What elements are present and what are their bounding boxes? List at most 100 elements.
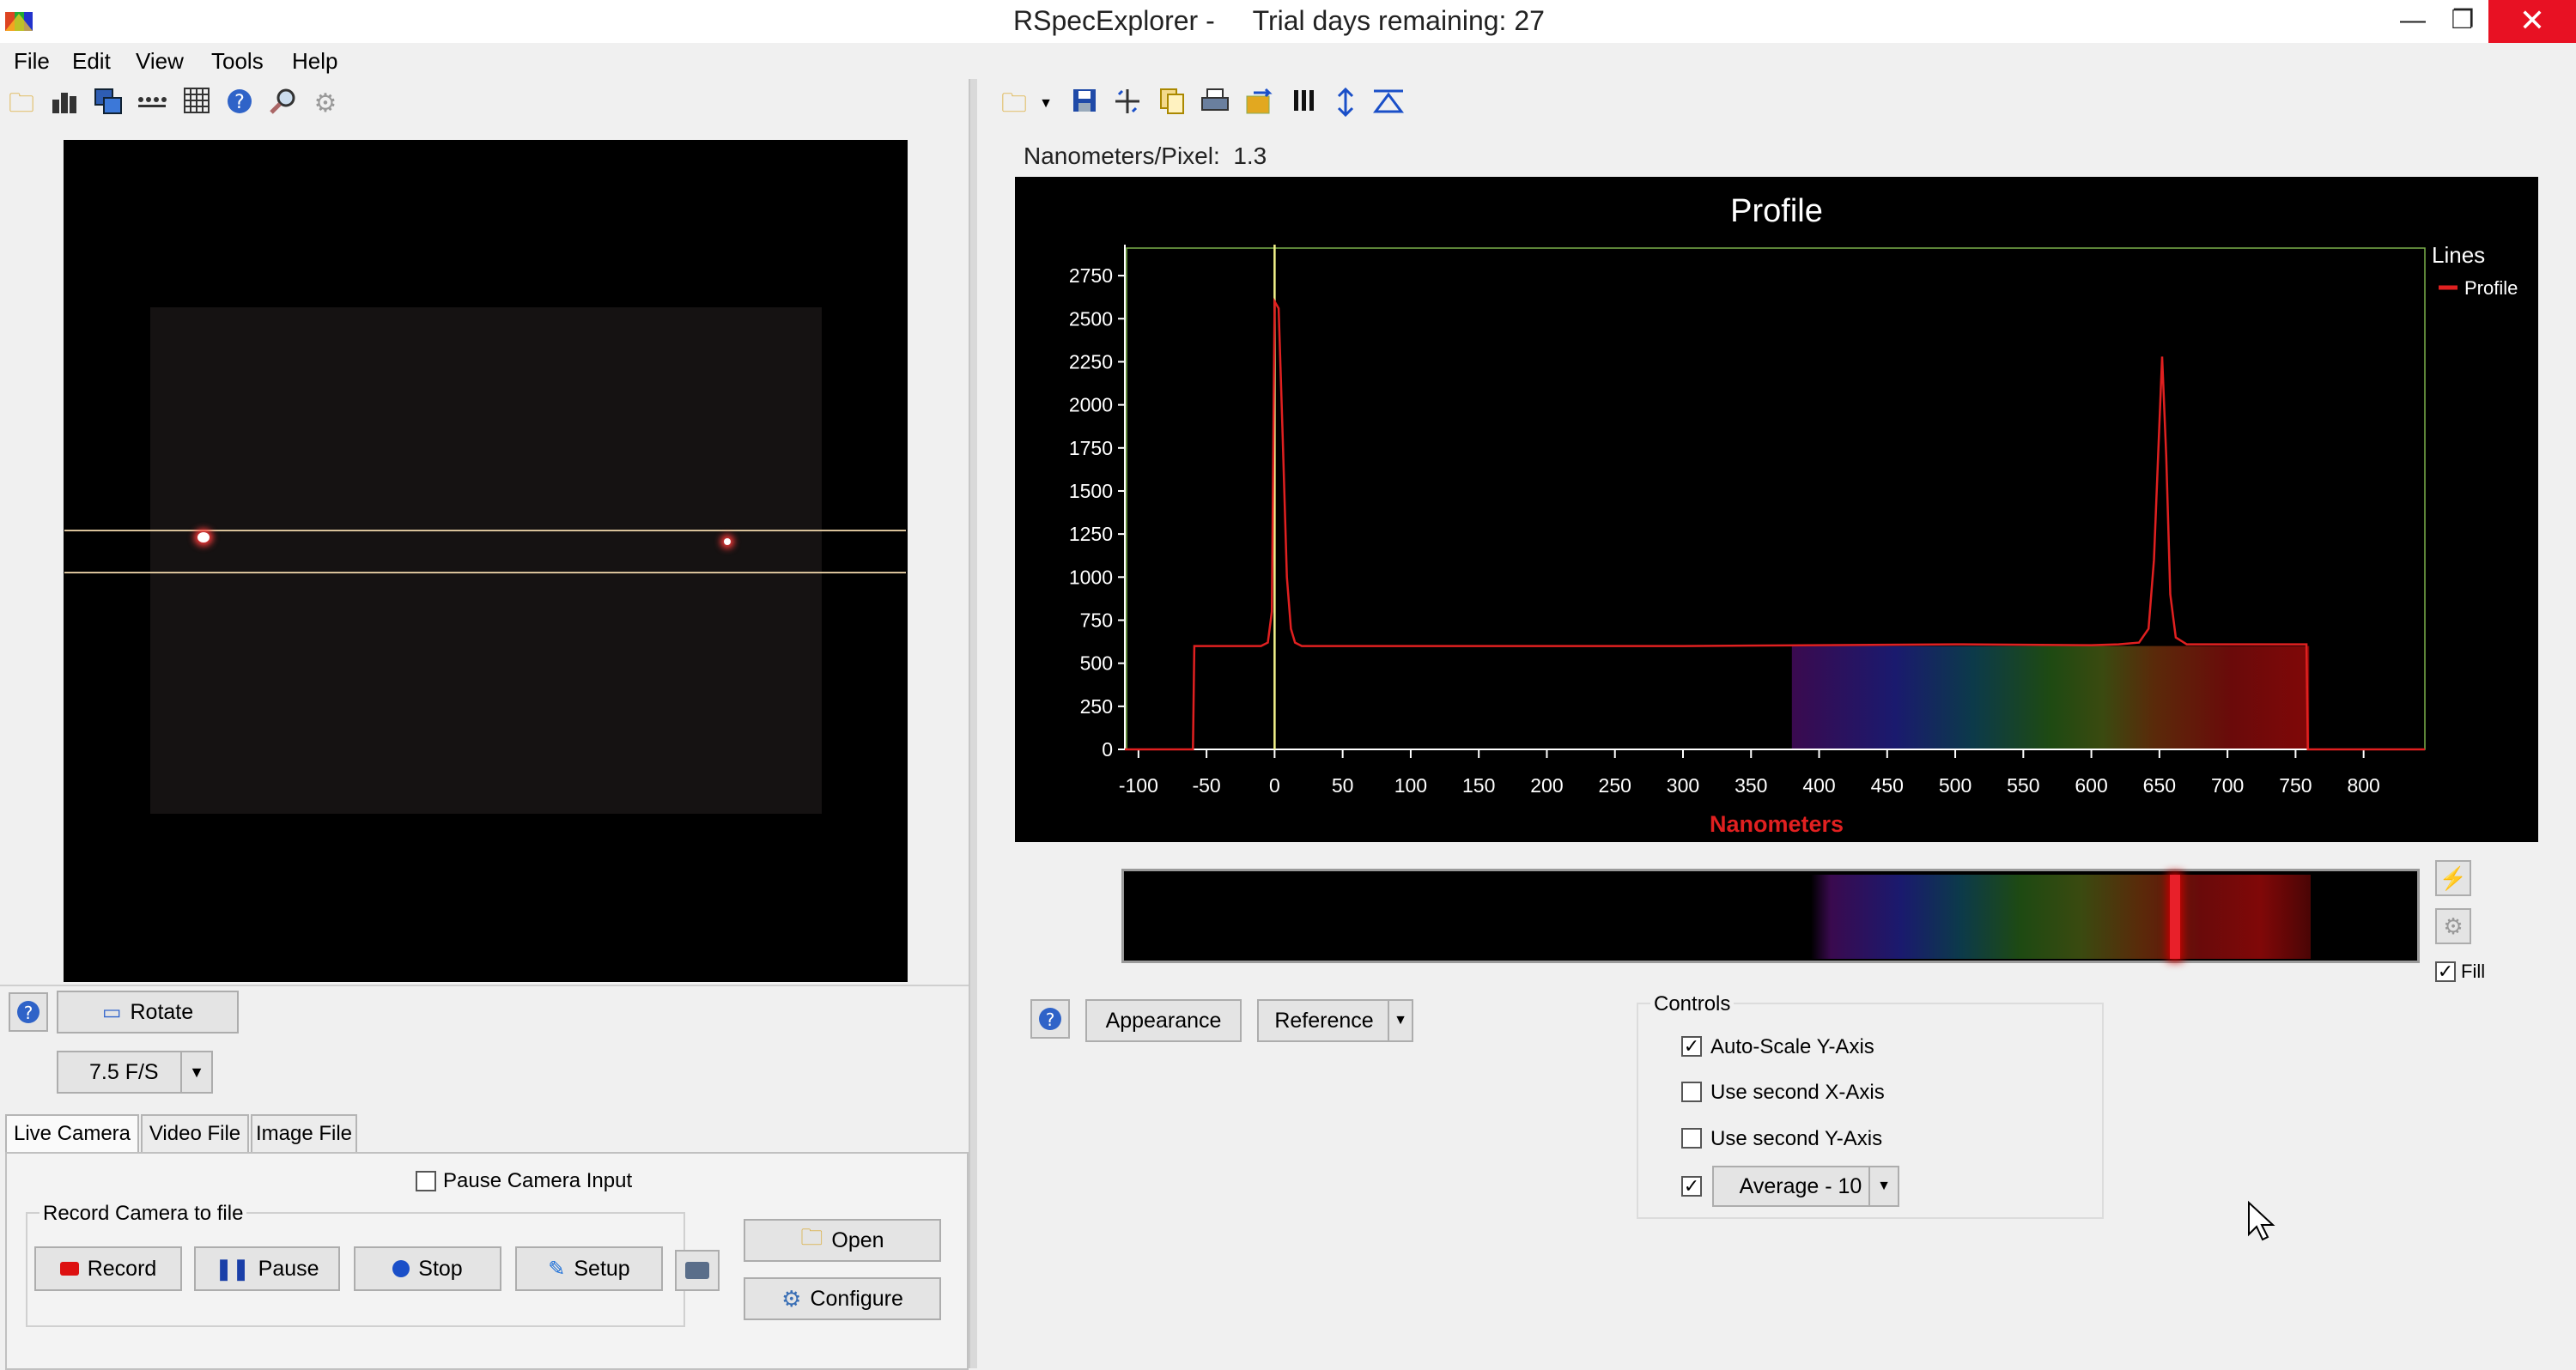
triangle-icon[interactable] [1372, 88, 1405, 120]
fps-dropdown[interactable]: ▼ [180, 1051, 213, 1094]
open-folder-icon[interactable]: 🗀 [5, 88, 38, 120]
lightning-button[interactable]: ⚡ [2435, 860, 2471, 896]
divider [0, 985, 970, 986]
open-folder-icon[interactable]: 🗀 [998, 88, 1030, 120]
chevron-down-icon: ▼ [1394, 1013, 1407, 1028]
monitor-icon: ▭ [101, 1000, 122, 1024]
copy-icon[interactable] [1156, 88, 1188, 120]
second-y-checkbox[interactable] [1681, 1128, 1702, 1149]
x-tick-label: 600 [2075, 774, 2107, 797]
print-icon[interactable] [1199, 88, 1231, 120]
vertical-scale-icon[interactable] [1329, 87, 1362, 120]
reference-dropdown[interactable]: ▼ [1388, 999, 1413, 1042]
restore-button[interactable]: ❐ [2437, 0, 2488, 43]
spectrum-fill [1791, 646, 2310, 749]
help-icon[interactable]: ? [223, 88, 256, 120]
close-button[interactable]: ✕ [2488, 0, 2576, 43]
reference-button[interactable]: Reference [1257, 999, 1391, 1042]
x-tick-label: -50 [1192, 774, 1220, 797]
controls-title: Controls [1650, 992, 1735, 1016]
y-tick-label: 1000 [1069, 566, 1113, 588]
minimize-button[interactable]: — [2387, 0, 2439, 43]
average-select[interactable]: Average - 10 [1712, 1166, 1889, 1207]
wrench-icon: ✎ [548, 1257, 566, 1281]
tab-image-file[interactable]: Image File [251, 1114, 357, 1154]
auto-scale-checkbox[interactable]: ✓ [1681, 1036, 1702, 1057]
window-title: RSpecExplorer - Trial days remaining: 27 [1013, 5, 1545, 36]
x-tick-label: 700 [2211, 774, 2244, 797]
second-y-label: Use second Y-Axis [1710, 1127, 1883, 1150]
configure-label: Configure [810, 1286, 903, 1311]
spectrum-settings-button[interactable]: ⚙ [2435, 908, 2471, 944]
chart-help-button[interactable]: ? [1030, 999, 1070, 1039]
camera-region [150, 307, 822, 814]
configure-button[interactable]: ⚙ Configure [744, 1277, 941, 1320]
x-tick-label: 150 [1462, 774, 1495, 797]
bar-chart-icon[interactable] [50, 88, 82, 120]
x-tick-label: 0 [1269, 774, 1280, 797]
menu-file[interactable]: File [14, 48, 50, 75]
chart-title: Profile [1730, 193, 1823, 229]
y-tick-label: 1250 [1069, 523, 1113, 545]
menu-view[interactable]: View [136, 48, 184, 75]
y-tick-label: 2000 [1069, 394, 1113, 416]
pause-camera-checkbox[interactable] [416, 1171, 436, 1191]
pane-splitter[interactable] [969, 79, 977, 1368]
selection-line-bottom[interactable] [64, 572, 906, 573]
export-icon[interactable] [1243, 88, 1276, 120]
rotate-button[interactable]: ▭ Rotate [57, 991, 239, 1034]
snapshot-button[interactable] [675, 1250, 720, 1291]
second-x-checkbox[interactable] [1681, 1082, 1702, 1102]
profile-chart[interactable]: Profile 0 250 500 750 1000 1250 1500 1750 2000 225… [1015, 177, 2538, 842]
x-tick-label: 400 [1802, 774, 1835, 797]
open-label: Open [831, 1228, 884, 1252]
stop-label: Stop [418, 1256, 463, 1281]
record-button[interactable]: Record [34, 1246, 182, 1291]
selection-line-top[interactable] [64, 530, 906, 531]
y-tick-label: 1500 [1069, 480, 1113, 502]
record-icon [59, 1262, 79, 1276]
chevron-down-icon: ▼ [1877, 1179, 1891, 1193]
svg-text:?: ? [234, 92, 245, 113]
camera-help-button[interactable]: ? [9, 992, 48, 1032]
chevron-down-icon: ▼ [189, 1063, 204, 1081]
tab-video-file[interactable]: Video File [141, 1114, 249, 1154]
legend-entry: Profile [2464, 277, 2518, 299]
menu-edit[interactable]: Edit [72, 48, 111, 75]
y-tick-label: 0 [1102, 738, 1113, 761]
average-checkbox[interactable]: ✓ [1681, 1176, 1702, 1197]
fps-value: 7.5 F/S [89, 1059, 159, 1084]
copy-images-icon[interactable] [93, 88, 125, 120]
y-tick-label: 250 [1080, 695, 1113, 718]
pause-button[interactable]: ❚❚ Pause [194, 1246, 340, 1291]
rotate-label: Rotate [130, 999, 194, 1024]
save-icon[interactable] [1068, 88, 1101, 120]
y-tick-label: 500 [1080, 652, 1113, 675]
appearance-button[interactable]: Appearance [1085, 999, 1242, 1042]
menu-help[interactable]: Help [292, 48, 337, 75]
crosshair-icon[interactable] [1111, 88, 1144, 120]
x-tick-label: 750 [2279, 774, 2312, 797]
grid-icon[interactable] [180, 88, 213, 120]
y-tick-label: 2750 [1069, 264, 1113, 287]
x-axis-label: Nanometers [1710, 811, 1844, 837]
stop-button[interactable]: Stop [354, 1246, 501, 1291]
zoom-icon[interactable] [266, 88, 299, 120]
record-group-title: Record Camera to file [39, 1202, 247, 1226]
y-tick-label: 750 [1080, 609, 1113, 631]
lightning-icon: ⚡ [2439, 864, 2468, 891]
columns-icon[interactable] [1288, 88, 1321, 120]
fill-checkbox[interactable]: ✓ [2435, 961, 2456, 982]
help-icon: ? [1039, 1008, 1061, 1030]
h-alpha-line [2170, 875, 2180, 959]
settings-icon[interactable]: ⚙ [309, 88, 342, 120]
setup-button[interactable]: ✎ Setup [515, 1246, 663, 1291]
y-tick-label: 2500 [1069, 307, 1113, 330]
menu-tools[interactable]: Tools [211, 48, 264, 75]
auto-scale-label: Auto-Scale Y-Axis [1710, 1035, 1874, 1058]
dots-icon[interactable] [136, 88, 168, 120]
average-dropdown[interactable]: ▼ [1868, 1166, 1899, 1207]
dropdown-arrow-icon[interactable]: ▼ [1036, 88, 1056, 120]
open-button[interactable]: 🗀 Open [744, 1219, 941, 1262]
tab-live-camera[interactable]: Live Camera [5, 1114, 139, 1154]
